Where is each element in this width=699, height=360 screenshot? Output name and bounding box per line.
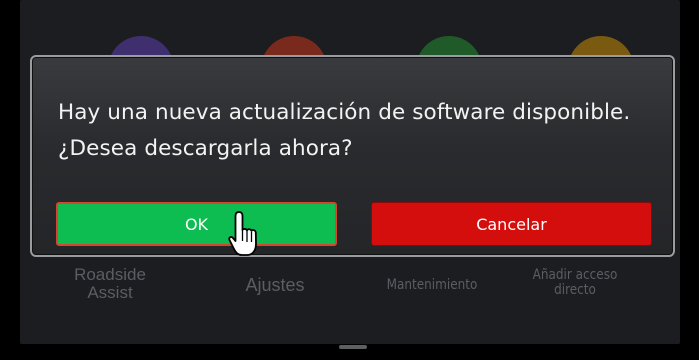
cancel-button-label: Cancelar bbox=[476, 214, 547, 234]
ok-button-label: OK bbox=[184, 214, 209, 234]
dialog-message-line1: Hay una nueva actualización de software … bbox=[58, 100, 631, 125]
home-label-anadir-line2: directo bbox=[554, 281, 596, 298]
hand-pointer-icon bbox=[228, 211, 257, 256]
home-label-roadside-line1: Roadside bbox=[74, 265, 146, 284]
home-label-roadside: Roadside Assist bbox=[65, 266, 155, 302]
ok-button[interactable]: OK bbox=[56, 202, 337, 246]
home-indicator[interactable] bbox=[339, 345, 367, 349]
home-label-mantenimiento: Mantenimiento bbox=[386, 277, 478, 293]
software-update-dialog: Hay una nueva actualización de software … bbox=[30, 55, 675, 257]
home-label-anadir: Añadir acceso directo bbox=[523, 268, 626, 297]
cancel-button[interactable]: Cancelar bbox=[371, 202, 652, 246]
dialog-message-line2: ¿Desea descargarla ahora? bbox=[58, 136, 353, 161]
home-label-anadir-line1: Añadir acceso bbox=[532, 267, 618, 283]
home-label-roadside-line2: Assist bbox=[87, 282, 133, 302]
home-label-ajustes: Ajustes bbox=[245, 275, 305, 295]
dialog-message: Hay una nueva actualización de software … bbox=[58, 95, 658, 167]
